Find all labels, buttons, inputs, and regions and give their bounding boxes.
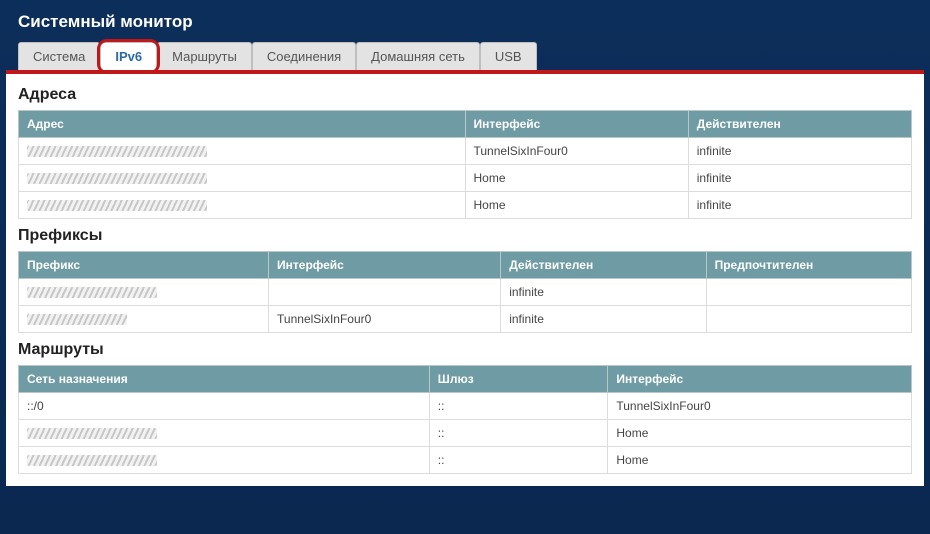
cell-interface: TunnelSixInFour0 — [269, 306, 501, 333]
cell-interface: Home — [465, 192, 688, 219]
cell-dest — [19, 447, 430, 474]
cell-dest — [19, 420, 430, 447]
cell-address — [19, 192, 466, 219]
tab-home-network[interactable]: Домашняя сеть — [356, 42, 480, 70]
prefixes-header-valid: Действителен — [501, 252, 706, 279]
redacted-text — [27, 314, 127, 325]
cell-interface — [269, 279, 501, 306]
cell-interface: Home — [465, 165, 688, 192]
cell-valid: infinite — [688, 138, 911, 165]
tab-ipv6[interactable]: IPv6 — [100, 42, 157, 70]
tab-routes[interactable]: Маршруты — [157, 42, 252, 70]
redacted-text — [27, 173, 207, 184]
cell-gateway: :: — [429, 420, 608, 447]
prefixes-table: Префикс Интерфейс Действителен Предпочти… — [18, 251, 912, 333]
tab-connections[interactable]: Соединения — [252, 42, 356, 70]
page-title: Системный монитор — [0, 0, 930, 42]
cell-valid: infinite — [501, 279, 706, 306]
routes-header-gateway: Шлюз — [429, 366, 608, 393]
section-title-addresses: Адреса — [18, 86, 912, 104]
addresses-header-address: Адрес — [19, 111, 466, 138]
cell-gateway: :: — [429, 393, 608, 420]
tab-usb[interactable]: USB — [480, 42, 537, 70]
tab-system[interactable]: Система — [18, 42, 100, 70]
content-panel: Адреса Адрес Интерфейс Действителен Tunn… — [6, 74, 924, 486]
cell-valid: infinite — [688, 165, 911, 192]
cell-dest: ::/0 — [19, 393, 430, 420]
routes-header-dest: Сеть назначения — [19, 366, 430, 393]
table-row: :: Home — [19, 420, 912, 447]
tab-bar: Система IPv6 Маршруты Соединения Домашня… — [0, 42, 930, 70]
cell-preferred — [706, 306, 911, 333]
redacted-text — [27, 200, 207, 211]
cell-interface: Home — [608, 420, 912, 447]
cell-valid: infinite — [501, 306, 706, 333]
prefixes-header-interface: Интерфейс — [269, 252, 501, 279]
table-row: TunnelSixInFour0 infinite — [19, 306, 912, 333]
addresses-header-interface: Интерфейс — [465, 111, 688, 138]
table-row: ::/0 :: TunnelSixInFour0 — [19, 393, 912, 420]
redacted-text — [27, 428, 157, 439]
routes-table: Сеть назначения Шлюз Интерфейс ::/0 :: T… — [18, 365, 912, 474]
cell-prefix — [19, 306, 269, 333]
cell-valid: infinite — [688, 192, 911, 219]
table-row: Home infinite — [19, 192, 912, 219]
section-title-routes: Маршруты — [18, 341, 912, 359]
table-row: :: Home — [19, 447, 912, 474]
section-title-prefixes: Префиксы — [18, 227, 912, 245]
table-row: Home infinite — [19, 165, 912, 192]
table-row: TunnelSixInFour0 infinite — [19, 138, 912, 165]
cell-interface: Home — [608, 447, 912, 474]
prefixes-header-prefix: Префикс — [19, 252, 269, 279]
redacted-text — [27, 146, 207, 157]
cell-gateway: :: — [429, 447, 608, 474]
cell-interface: TunnelSixInFour0 — [465, 138, 688, 165]
cell-preferred — [706, 279, 911, 306]
tab-ipv6-label: IPv6 — [115, 49, 142, 64]
cell-address — [19, 138, 466, 165]
addresses-table: Адрес Интерфейс Действителен TunnelSixIn… — [18, 110, 912, 219]
table-row: infinite — [19, 279, 912, 306]
addresses-header-valid: Действителен — [688, 111, 911, 138]
redacted-text — [27, 455, 157, 466]
routes-header-interface: Интерфейс — [608, 366, 912, 393]
redacted-text — [27, 287, 157, 298]
cell-prefix — [19, 279, 269, 306]
cell-address — [19, 165, 466, 192]
cell-interface: TunnelSixInFour0 — [608, 393, 912, 420]
prefixes-header-preferred: Предпочтителен — [706, 252, 911, 279]
